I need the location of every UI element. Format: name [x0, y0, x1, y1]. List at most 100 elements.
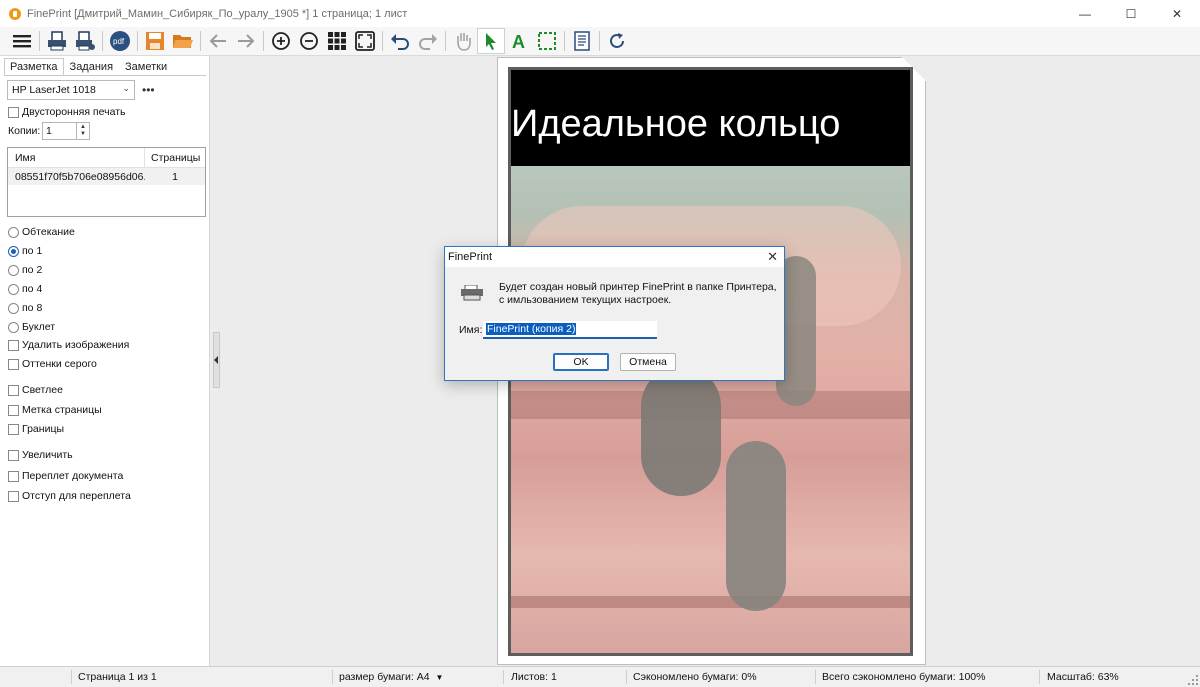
layout-panel: Разметка Задания Заметки HP LaserJet 101…	[0, 56, 210, 666]
redo-icon[interactable]	[414, 28, 442, 54]
status-total-saved: Всего сэкономлено бумаги: 100%	[822, 671, 986, 683]
radio-booklet-label: Буклет	[22, 321, 56, 333]
image-title: Идеальное кольцо	[511, 103, 841, 145]
radio-2-up-label: по 2	[22, 264, 43, 276]
column-header-name[interactable]: Имя	[8, 147, 145, 168]
maximize-button[interactable]: ☐	[1108, 0, 1154, 27]
printer-name-input[interactable]: FinePrint (копия 2)	[483, 321, 657, 339]
status-paper-size-label: размер бумаги: A4	[339, 671, 430, 683]
job-pages-cell: 1	[172, 170, 178, 183]
radio-1-up[interactable]: по 1	[8, 244, 42, 258]
lighter-checkbox[interactable]: Светлее	[8, 383, 63, 397]
printer-more-button[interactable]: •••	[142, 83, 155, 97]
save-icon[interactable]	[141, 28, 169, 54]
enlarge-label: Увеличить	[22, 449, 73, 461]
print-settings-icon[interactable]	[71, 28, 99, 54]
grid-icon[interactable]	[323, 28, 351, 54]
tab-jobs[interactable]: Задания	[64, 58, 119, 76]
radio-booklet[interactable]: Буклет	[8, 320, 55, 334]
caret-down-icon: ▼	[435, 673, 444, 682]
radio-2-up[interactable]: по 2	[8, 263, 42, 277]
borders-checkbox[interactable]: Границы	[8, 422, 64, 436]
window-title: FinePrint [Дмитрий_Мамин_Сибиряк_По_урал…	[27, 7, 408, 20]
grayscale-checkbox[interactable]: Оттенки серого	[8, 357, 97, 371]
gutter-label: Отступ для переплета	[22, 490, 131, 502]
binding-label: Переплет документа	[22, 470, 124, 482]
jobs-table: Имя Страницы 08551f70f5b706e08956d06... …	[7, 147, 206, 217]
new-printer-dialog: FinePrint ✕ Будет создан новый принтер F…	[444, 246, 785, 381]
printer-select-value: HP LaserJet 1018	[12, 84, 96, 96]
radio-4-up[interactable]: по 4	[8, 282, 42, 296]
copies-value: 1	[46, 125, 52, 137]
print-icon[interactable]	[43, 28, 71, 54]
fineprint-app-icon	[9, 7, 21, 20]
copies-label: Копии:	[8, 125, 41, 137]
cancel-button[interactable]: Отмена	[620, 353, 676, 371]
resize-grip-icon[interactable]	[1188, 675, 1198, 685]
binding-checkbox[interactable]: Переплет документа	[8, 469, 123, 483]
svg-text:A: A	[512, 32, 525, 50]
column-header-pages[interactable]: Страницы	[145, 152, 205, 164]
grayscale-label: Оттенки серого	[22, 358, 97, 370]
radio-8-up[interactable]: по 8	[8, 301, 42, 315]
radio-4-up-label: по 4	[22, 283, 43, 295]
zoom-out-icon[interactable]	[295, 28, 323, 54]
marquee-icon[interactable]	[533, 28, 561, 54]
ok-button[interactable]: OK	[553, 353, 609, 371]
printer-name-value: FinePrint (копия 2)	[486, 323, 577, 335]
page-setup-icon[interactable]	[568, 28, 596, 54]
chevron-down-icon: ⌄	[122, 83, 130, 93]
gutter-checkbox[interactable]: Отступ для переплета	[8, 489, 131, 503]
enlarge-checkbox[interactable]: Увеличить	[8, 448, 73, 462]
forward-icon[interactable]	[232, 28, 260, 54]
page-stamp-checkbox[interactable]: Метка страницы	[8, 403, 102, 417]
copies-spinner[interactable]: ▲ ▼	[76, 123, 89, 139]
status-sheets: Листов: 1	[511, 671, 557, 683]
remove-images-checkbox[interactable]: Удалить изображения	[8, 338, 129, 352]
printer-name-label: Имя:	[459, 324, 483, 336]
dialog-title: FinePrint	[448, 251, 493, 263]
back-icon[interactable]	[204, 28, 232, 54]
collapse-panel-handle[interactable]	[213, 332, 220, 388]
lighter-label: Светлее	[22, 384, 63, 396]
borders-label: Границы	[22, 423, 64, 435]
fit-page-icon[interactable]	[351, 28, 379, 54]
radio-8-up-label: по 8	[22, 302, 43, 314]
copies-input[interactable]: 1 ▲ ▼	[42, 122, 90, 140]
toolbar: pdf A	[0, 27, 1200, 56]
page-stamp-label: Метка страницы	[22, 404, 102, 416]
radio-1-up-label: по 1	[22, 245, 43, 257]
text-tool-icon[interactable]: A	[505, 28, 533, 54]
status-bar: Страница 1 из 1 размер бумаги: A4 ▼ Лист…	[0, 666, 1200, 687]
hand-icon[interactable]	[449, 28, 477, 54]
close-window-button[interactable]: ✕	[1154, 0, 1200, 27]
zoom-in-icon[interactable]	[267, 28, 295, 54]
radio-wrap-label: Обтекание	[22, 226, 75, 238]
status-zoom: Масштаб: 63%	[1047, 671, 1119, 683]
radio-wrap[interactable]: Обтекание	[8, 225, 75, 239]
job-name-cell: 08551f70f5b706e08956d06...	[15, 170, 145, 183]
dialog-message: Будет создан новый принтер FinePrint в п…	[499, 281, 777, 306]
remove-images-label: Удалить изображения	[22, 339, 130, 351]
dialog-title-bar: FinePrint ✕	[445, 247, 784, 267]
status-saved: Сэкономлено бумаги: 0%	[633, 671, 757, 683]
pdf-pro-icon[interactable]: pdf	[106, 28, 134, 54]
dialog-close-icon[interactable]: ✕	[767, 249, 778, 265]
printer-select[interactable]: HP LaserJet 1018 ⌄	[7, 80, 135, 100]
status-page: Страница 1 из 1	[78, 671, 157, 683]
table-row[interactable]: 08551f70f5b706e08956d06... 1	[8, 168, 205, 185]
status-paper-size[interactable]: размер бумаги: A4 ▼	[339, 667, 443, 687]
duplex-checkbox[interactable]: Двусторонняя печать	[8, 105, 125, 119]
minimize-button[interactable]: —	[1062, 0, 1108, 27]
menu-icon[interactable]	[8, 28, 36, 54]
ring-photo	[511, 166, 910, 653]
duplex-label: Двусторонняя печать	[22, 106, 126, 118]
panel-splitter[interactable]	[211, 56, 223, 666]
tab-notes[interactable]: Заметки	[119, 58, 173, 76]
printer-icon	[460, 284, 483, 301]
undo-icon[interactable]	[386, 28, 414, 54]
tab-layout[interactable]: Разметка	[4, 58, 64, 76]
open-folder-icon[interactable]	[169, 28, 197, 54]
refresh-icon[interactable]	[603, 28, 631, 54]
select-arrow-icon[interactable]	[477, 28, 505, 54]
